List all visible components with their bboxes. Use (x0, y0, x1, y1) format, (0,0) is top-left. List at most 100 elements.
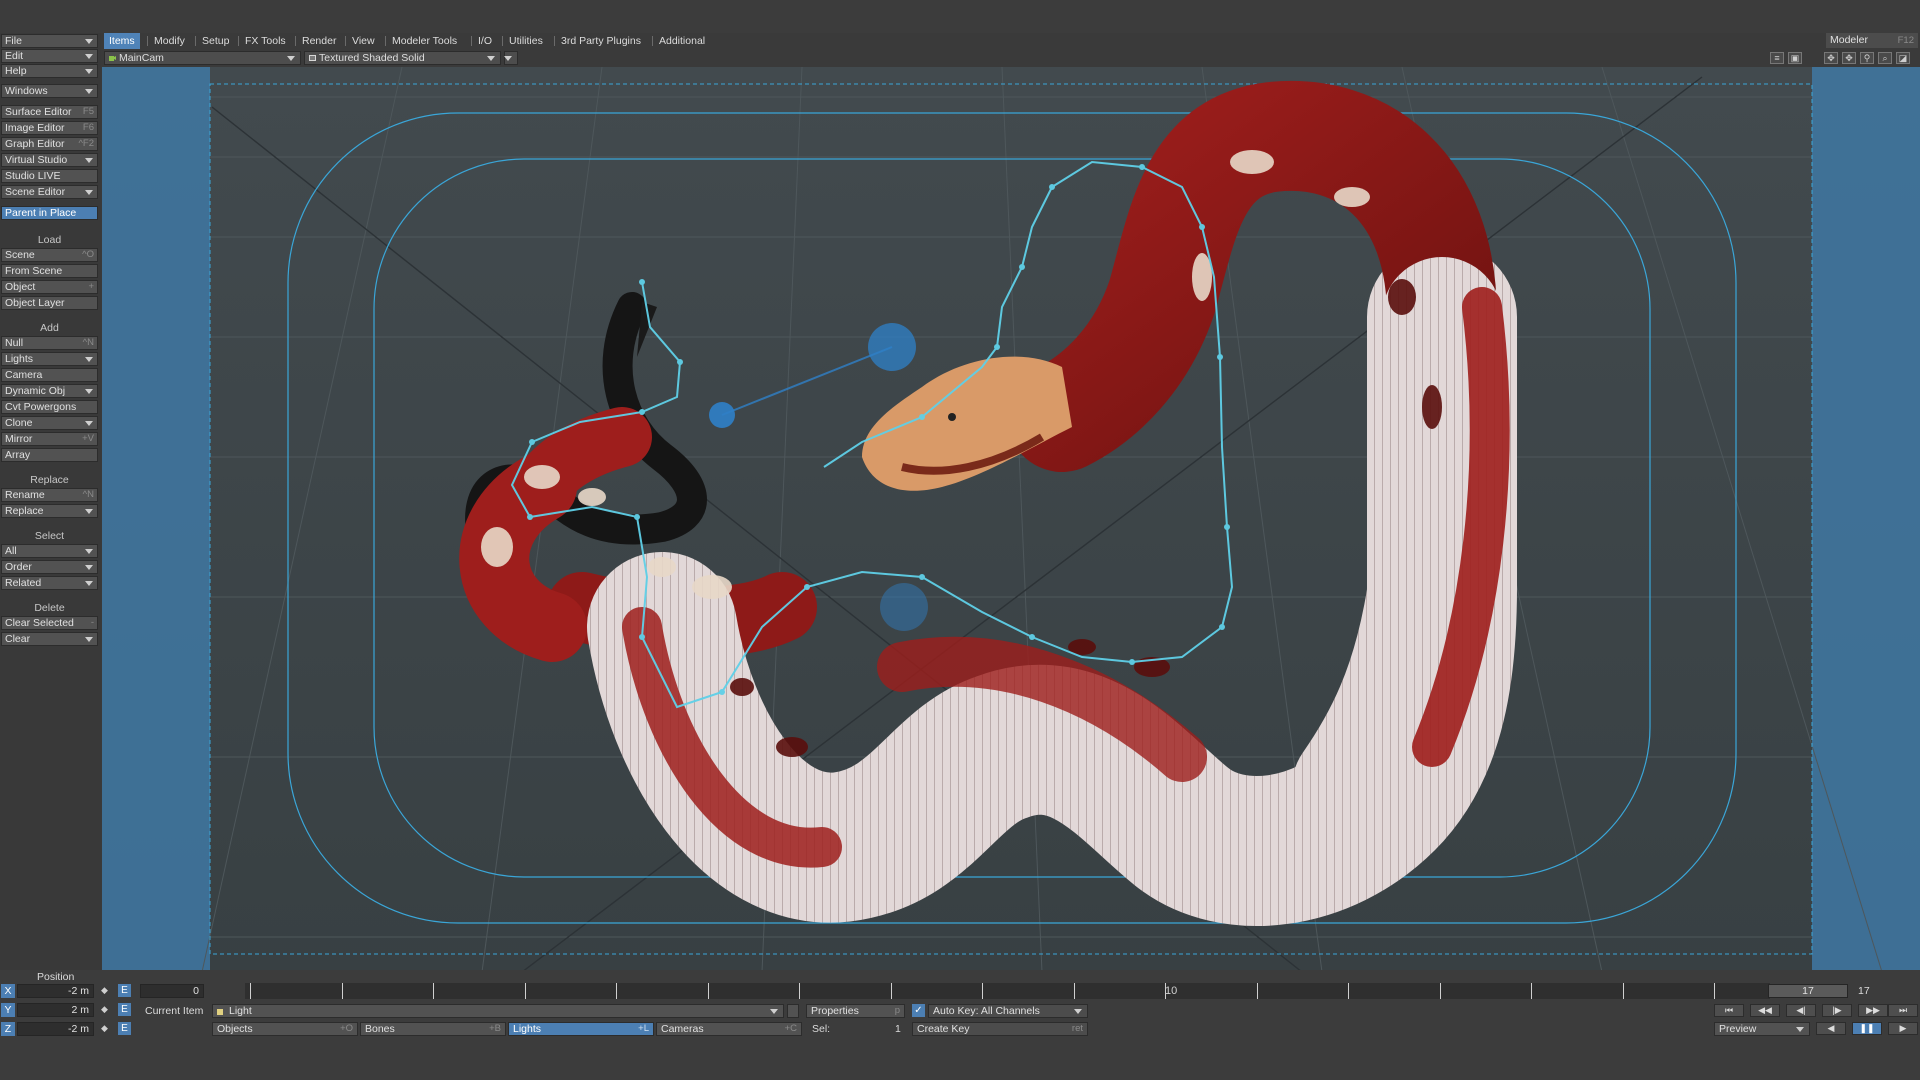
drag-handle-icon[interactable]: ◆ (98, 1022, 111, 1035)
add-dynamic-obj-label: Dynamic Obj (5, 385, 66, 397)
timeline-slider[interactable]: 10 (245, 983, 1770, 999)
expand-icon[interactable]: ▣ (1788, 52, 1802, 64)
select-order-button[interactable]: Order (1, 560, 98, 574)
load-from-scene-button[interactable]: From Scene (1, 264, 98, 278)
3d-viewport[interactable] (102, 66, 1920, 973)
y-position-field[interactable]: 2 m (17, 1003, 94, 1017)
tab-modify[interactable]: Modify (149, 33, 190, 49)
x-position-field[interactable]: -2 m (17, 984, 94, 998)
add-lights-button[interactable]: Lights (1, 352, 98, 366)
search-icon[interactable]: ⌕ (1878, 52, 1892, 64)
add-null-button[interactable]: Null ^N (1, 336, 98, 350)
tab-3rd-party-plugins[interactable]: 3rd Party Plugins (556, 33, 646, 49)
objects-button[interactable]: Objects +O (212, 1022, 358, 1036)
clone-button[interactable]: Clone (1, 416, 98, 430)
virtual-studio-button[interactable]: Virtual Studio (1, 153, 98, 167)
replace-button[interactable]: Replace (1, 504, 98, 518)
auto-key-select[interactable]: Auto Key: All Channels (928, 1004, 1088, 1018)
current-item-select[interactable]: Light (212, 1004, 784, 1018)
view-options-dropdown[interactable] (504, 51, 518, 65)
auto-key-label: Auto Key: All Channels (933, 1005, 1040, 1017)
tab-modeler-tools[interactable]: Modeler Tools (387, 33, 462, 49)
load-object-button[interactable]: Object + (1, 280, 98, 294)
y-axis-toggle[interactable]: Y (1, 1003, 15, 1017)
move-icon[interactable]: ✥ (1824, 52, 1838, 64)
create-key-button[interactable]: Create Key ret (912, 1022, 1088, 1036)
add-camera-button[interactable]: Camera (1, 368, 98, 382)
next-key-button[interactable]: ▶▶ (1858, 1004, 1888, 1017)
clear-button[interactable]: Clear (1, 632, 98, 646)
drag-handle-icon[interactable]: ◆ (98, 984, 111, 997)
render-mode-select[interactable]: Textured Shaded Solid (304, 51, 501, 65)
tab-utilities[interactable]: Utilities (504, 33, 548, 49)
camera-select[interactable]: MainCam (104, 51, 301, 65)
studio-live-button[interactable]: Studio LIVE (1, 169, 98, 183)
item-visibility-toggle[interactable] (787, 1004, 799, 1018)
properties-button[interactable]: Properties p (806, 1004, 905, 1018)
zoom-icon[interactable]: ⚲ (1860, 52, 1874, 64)
list-icon[interactable]: ≡ (1770, 52, 1784, 64)
tab-view[interactable]: View (347, 33, 380, 49)
load-scene-button[interactable]: Scene ^O (1, 248, 98, 262)
lights-button[interactable]: Lights +L (508, 1022, 654, 1036)
clone-label: Clone (5, 417, 33, 429)
modeler-button[interactable]: Modeler F12 (1826, 33, 1918, 48)
graph-editor-button[interactable]: Graph Editor ^F2 (1, 137, 98, 151)
select-all-button[interactable]: All (1, 544, 98, 558)
tab-render[interactable]: Render (297, 33, 341, 49)
envelope-z-button[interactable]: E (118, 1022, 131, 1035)
add-null-label: Null (5, 337, 24, 349)
left-toolbar: File Edit Help Windows Surface Editor F5 … (0, 33, 101, 970)
parent-in-place-button[interactable]: Parent in Place (1, 206, 98, 220)
tab-io[interactable]: I/O (473, 33, 497, 49)
cameras-button[interactable]: Cameras +C (656, 1022, 802, 1036)
x-axis-toggle[interactable]: X (1, 984, 15, 998)
rename-button[interactable]: Rename ^N (1, 488, 98, 502)
load-object-layer-button[interactable]: Object Layer (1, 296, 98, 310)
array-button[interactable]: Array (1, 448, 98, 462)
z-axis-toggle[interactable]: Z (1, 1022, 15, 1036)
auto-key-checkbox[interactable]: ✓ (912, 1004, 925, 1017)
play-reverse-icon[interactable]: ◀ (1816, 1022, 1846, 1035)
image-editor-button[interactable]: Image Editor F6 (1, 121, 98, 135)
add-dynamic-obj-button[interactable]: Dynamic Obj (1, 384, 98, 398)
preview-select[interactable]: Preview (1714, 1022, 1810, 1036)
file-menu[interactable]: File (1, 34, 98, 48)
tab-items[interactable]: Items (104, 33, 140, 49)
step-forward-button[interactable]: |▶ (1822, 1004, 1852, 1017)
previous-key-button[interactable]: ◀◀ (1750, 1004, 1780, 1017)
pause-icon[interactable]: ❚❚ (1852, 1022, 1882, 1035)
end-frame-label[interactable]: 17 (1858, 985, 1870, 997)
rotate-icon[interactable]: ✥ (1842, 52, 1856, 64)
go-to-end-button[interactable]: ⏭ (1888, 1004, 1918, 1017)
bones-button[interactable]: Bones +B (360, 1022, 506, 1036)
chevron-down-icon (85, 565, 93, 570)
scene-editor-button[interactable]: Scene Editor (1, 185, 98, 199)
cvt-powergons-button[interactable]: Cvt Powergons (1, 400, 98, 414)
current-frame-slider[interactable]: 17 (1768, 984, 1848, 998)
tab-additional[interactable]: Additional (654, 33, 710, 49)
help-menu[interactable]: Help (1, 64, 98, 78)
surface-editor-button[interactable]: Surface Editor F5 (1, 105, 98, 119)
timeline-tick (1714, 983, 1715, 999)
step-back-button[interactable]: ◀| (1786, 1004, 1816, 1017)
drag-handle-icon[interactable]: ◆ (98, 1003, 111, 1016)
shortcut-label: F6 (82, 122, 94, 133)
tab-fx-tools[interactable]: FX Tools (240, 33, 291, 49)
play-icon[interactable]: ▶ (1888, 1022, 1918, 1035)
tab-setup[interactable]: Setup (197, 33, 234, 49)
z-position-field[interactable]: -2 m (17, 1022, 94, 1036)
select-related-button[interactable]: Related (1, 576, 98, 590)
light-gizmo-body[interactable] (880, 583, 928, 631)
mirror-button[interactable]: Mirror +V (1, 432, 98, 446)
windows-menu[interactable]: Windows (1, 84, 98, 98)
go-to-start-button[interactable]: ⏮ (1714, 1004, 1744, 1017)
envelope-y-button[interactable]: E (118, 1003, 131, 1016)
chevron-down-icon (85, 54, 93, 59)
clear-selected-button[interactable]: Clear Selected - (1, 616, 98, 630)
envelope-x-button[interactable]: E (118, 984, 131, 997)
create-key-label: Create Key (917, 1023, 970, 1035)
maximize-icon[interactable]: ◪ (1896, 52, 1910, 64)
frame-start-field[interactable]: 0 (140, 984, 204, 998)
edit-menu[interactable]: Edit (1, 49, 98, 63)
